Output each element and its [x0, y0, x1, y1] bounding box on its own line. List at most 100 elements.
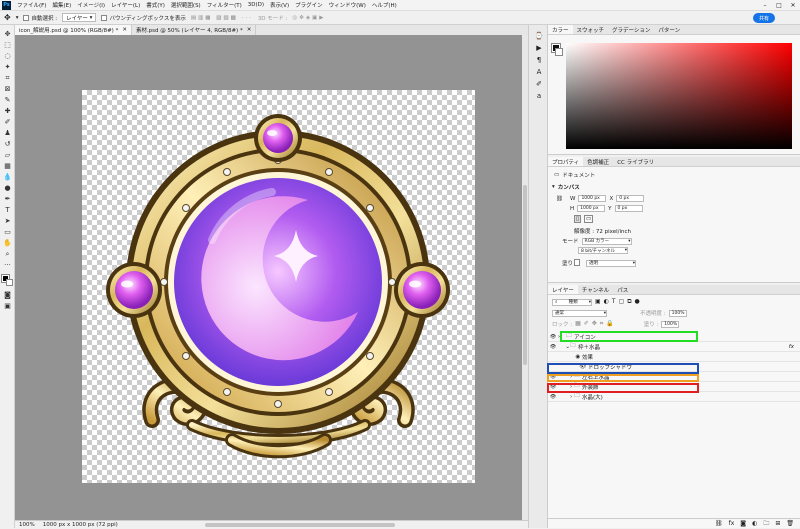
eye-icon[interactable]: 👁 [548, 344, 558, 350]
close-icon[interactable]: ✕ [786, 0, 800, 11]
fx-badge[interactable]: fx [789, 344, 794, 350]
tab-icon-psd[interactable]: icon_解説用.psd @ 100% (RGB/8#) * ✕ [15, 25, 132, 35]
healing-tool-icon[interactable]: ✚ [2, 106, 13, 116]
dodge-tool-icon[interactable]: ● [2, 183, 13, 193]
minimize-icon[interactable]: – [758, 0, 772, 11]
mode-dropdown[interactable]: RGB カラー ▾ [581, 237, 632, 245]
tab-properties[interactable]: プロパティ [548, 157, 584, 166]
landscape-icon[interactable]: ▭ [584, 215, 594, 223]
magic-wand-tool-icon[interactable]: ✦ [2, 62, 13, 72]
x-input[interactable]: 0 px [616, 195, 645, 202]
fill-opacity-input[interactable]: 100% [661, 320, 680, 328]
tab-layers[interactable]: レイヤー [548, 285, 578, 294]
y-input[interactable]: 0 px [614, 205, 643, 212]
auto-select-checkbox[interactable] [23, 14, 30, 21]
screen-mode-icon[interactable]: ▣ [2, 301, 13, 311]
chevron-down-icon[interactable]: ▾ [552, 184, 555, 190]
pen-tool-icon[interactable]: ✒ [2, 194, 13, 204]
chevron-down-icon[interactable]: ⌄ [558, 344, 570, 350]
maximize-icon[interactable]: □ [772, 0, 786, 11]
zoom-tool-icon[interactable]: ⌕ [2, 249, 13, 259]
tab-gradients[interactable]: グラデーション [608, 25, 654, 34]
link-icon[interactable]: ⛓ [556, 196, 563, 202]
filter-icons[interactable]: ▣◐T▢⧉● [595, 298, 643, 306]
lasso-tool-icon[interactable]: ◌ [2, 51, 13, 61]
tab-sozai-psd[interactable]: 素材.psd @ 50% (レイヤー 4, RGB/8#) * ✕ [132, 25, 257, 35]
background-color-swatch[interactable] [555, 48, 563, 56]
menu-plugins[interactable]: プラグイン [292, 1, 326, 9]
character-icon[interactable]: A [533, 67, 545, 77]
type-tool-icon[interactable]: T [2, 205, 13, 215]
width-input[interactable]: 1000 px [578, 195, 607, 202]
paragraph-icon[interactable]: ¶ [533, 55, 545, 65]
adjustment-icon[interactable]: ◐ [752, 520, 757, 527]
menu-view[interactable]: 表示(V) [267, 1, 292, 9]
menu-window[interactable]: ウィンドウ(W) [326, 1, 369, 9]
brush-tool-icon[interactable]: ✐ [2, 117, 13, 127]
layer-select-dropdown[interactable]: レイヤー ▾ [62, 13, 97, 22]
fill-dropdown[interactable]: 透明 ▾ [586, 259, 637, 267]
layer-kind-filter[interactable]: ⌕ 種類 ▾ [552, 298, 592, 306]
document-canvas[interactable] [82, 90, 475, 483]
eye-icon[interactable]: 👁 [548, 334, 558, 340]
more-tools-icon[interactable]: ··· [2, 260, 13, 270]
menu-select[interactable]: 選択範囲(S) [168, 1, 204, 9]
mask-icon[interactable]: ◙ [740, 520, 746, 527]
tab-color[interactable]: カラー [548, 25, 573, 34]
eraser-tool-icon[interactable]: ▱ [2, 150, 13, 160]
history-brush-tool-icon[interactable]: ↺ [2, 139, 13, 149]
blur-tool-icon[interactable]: 💧 [2, 172, 13, 182]
path-select-tool-icon[interactable]: ➤ [2, 216, 13, 226]
move-tool-icon[interactable]: ✥ [4, 13, 11, 22]
fx-icon[interactable]: fx [729, 520, 735, 527]
eye-icon[interactable]: 👁 [548, 394, 558, 400]
height-input[interactable]: 1000 px [577, 205, 606, 212]
scroll-thumb[interactable] [523, 185, 527, 365]
new-layer-icon[interactable]: ⊞ [775, 520, 780, 527]
eyedropper-tool-icon[interactable]: ✎ [2, 95, 13, 105]
move-tool-icon[interactable]: ✥ [2, 29, 13, 39]
menu-type[interactable]: 書式(Y) [143, 1, 168, 9]
share-button[interactable]: 共有 [753, 13, 775, 23]
portrait-icon[interactable]: ▯ [574, 215, 582, 223]
marquee-tool-icon[interactable]: ⬚ [2, 40, 13, 50]
quick-mask-icon[interactable]: ◙ [2, 290, 13, 300]
frame-tool-icon[interactable]: ⊠ [2, 84, 13, 94]
shape-tool-icon[interactable]: ▭ [2, 227, 13, 237]
brush-settings-icon[interactable]: ✐ [533, 79, 545, 89]
stamp-tool-icon[interactable]: ♟ [2, 128, 13, 138]
color-spectrum[interactable] [566, 43, 792, 149]
blend-mode-dropdown[interactable]: 通常 ▾ [552, 309, 607, 317]
tab-patterns[interactable]: パターン [654, 25, 684, 34]
gradient-tool-icon[interactable]: ▦ [2, 161, 13, 171]
history-icon[interactable]: ⌚ [533, 31, 545, 41]
align-icons[interactable]: ▤▥▦ ▧▨▩ ··· [191, 15, 253, 21]
actions-icon[interactable]: ▶ [533, 43, 545, 53]
layer-row-large-crystal[interactable]: 👁 › 🗀 水晶(大) [548, 392, 800, 402]
chevron-right-icon[interactable]: › [558, 394, 574, 400]
fill-swatch[interactable] [574, 259, 580, 266]
crop-tool-icon[interactable]: ⌗ [2, 73, 13, 83]
background-color-swatch[interactable] [6, 279, 13, 286]
horizontal-scroll-thumb[interactable] [205, 523, 395, 527]
transform-controls-checkbox[interactable] [101, 14, 108, 21]
lock-icons[interactable]: ▦✐✥⌗🔒 [575, 320, 617, 328]
tab-channels[interactable]: チャンネル [578, 285, 613, 294]
hand-tool-icon[interactable]: ✋ [2, 238, 13, 248]
menu-filter[interactable]: フィルター(T) [204, 1, 245, 9]
glyphs-icon[interactable]: a [533, 91, 545, 101]
menu-3d[interactable]: 3D(D) [245, 2, 267, 8]
menu-layer[interactable]: レイヤー(L) [108, 1, 143, 9]
close-icon[interactable]: ✕ [122, 27, 127, 33]
tab-cc-libraries[interactable]: CC ライブラリ [613, 157, 658, 166]
trash-icon[interactable]: 🗑 [786, 520, 794, 527]
bit-depth-dropdown[interactable]: 8 bit/チャンネル ▾ [578, 247, 628, 254]
menu-file[interactable]: ファイル(F) [14, 1, 49, 9]
menu-image[interactable]: イメージ(I) [74, 1, 108, 9]
close-icon[interactable]: ✕ [247, 27, 252, 33]
chevron-down-icon[interactable]: ▾ [16, 15, 19, 21]
tab-swatches[interactable]: スウォッチ [573, 25, 609, 34]
3d-icons[interactable]: ◎✥◈▣▶ [292, 15, 325, 21]
canvas-area[interactable] [15, 35, 528, 520]
new-group-icon[interactable]: 🗀 [763, 519, 769, 529]
